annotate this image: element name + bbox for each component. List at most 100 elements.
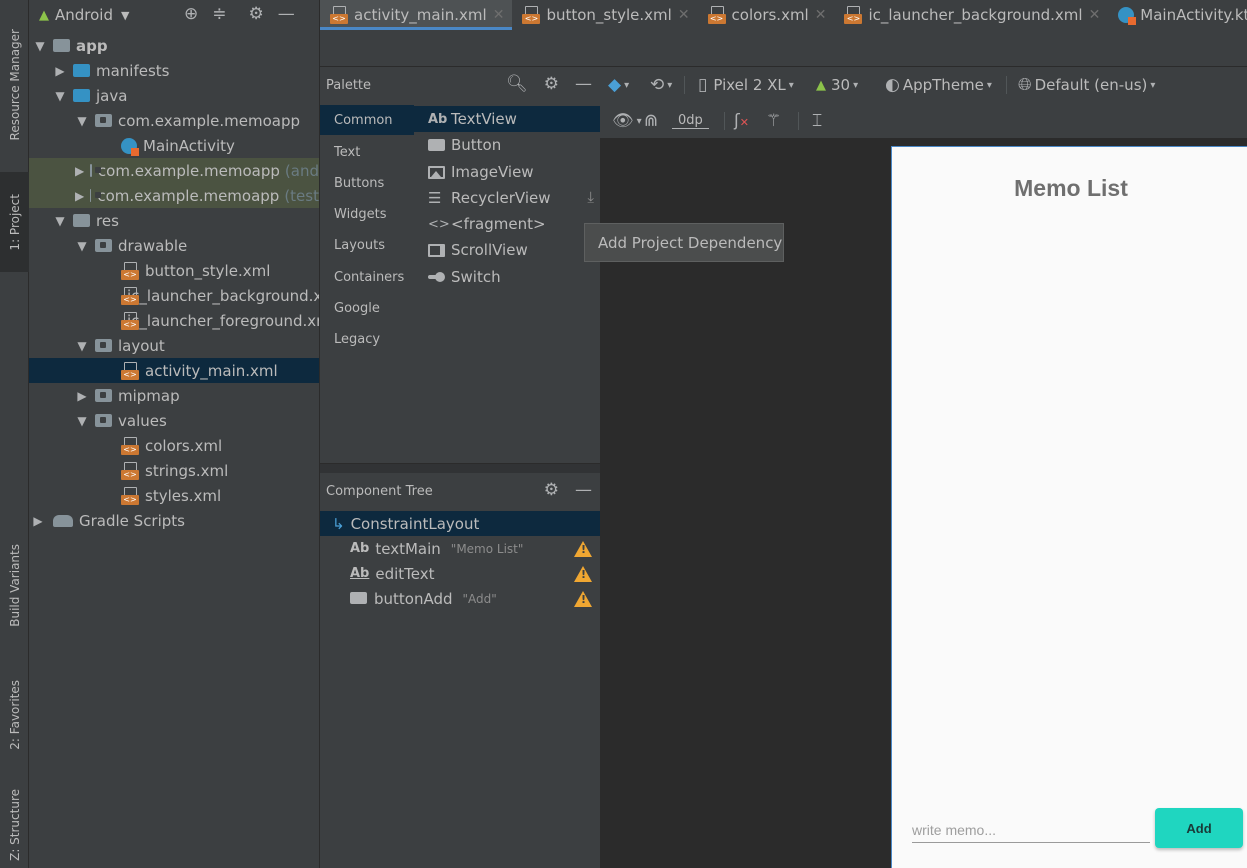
- tree-item-values[interactable]: ▼ values: [29, 408, 319, 433]
- tab-favorites[interactable]: 2: Favorites: [0, 665, 29, 765]
- autoconnect-button[interactable]: ⋒: [644, 103, 658, 139]
- palette-category-legacy[interactable]: Legacy: [320, 324, 414, 354]
- expand-arrow-icon[interactable]: ▼: [75, 239, 89, 253]
- component-edittext[interactable]: Ab editText: [320, 561, 600, 586]
- panel-splitter[interactable]: [320, 463, 600, 473]
- tab-build-variants[interactable]: Build Variants: [0, 525, 29, 645]
- search-icon[interactable]: 🔍︎: [506, 74, 528, 94]
- hide-icon[interactable]: —: [575, 74, 592, 94]
- component-textmain[interactable]: Ab textMain "Memo List": [320, 536, 600, 561]
- tree-item-package-test[interactable]: ▶ com.example.memoapp (test: [29, 183, 319, 208]
- expand-arrow-icon[interactable]: ▼: [75, 114, 89, 128]
- warning-icon[interactable]: [574, 540, 592, 557]
- xml-file-icon: [121, 486, 139, 505]
- default-margin-field[interactable]: 0dp: [672, 103, 709, 139]
- warning-icon[interactable]: [574, 590, 592, 607]
- guidelines-button[interactable]: ⌶: [812, 103, 822, 139]
- expand-arrow-icon[interactable]: ▼: [53, 214, 67, 228]
- locate-icon[interactable]: ⊕: [184, 4, 198, 24]
- close-icon[interactable]: ✕: [1089, 7, 1101, 23]
- gear-icon[interactable]: ⚙: [249, 4, 264, 24]
- close-icon[interactable]: ✕: [678, 7, 690, 23]
- palette-category-containers[interactable]: Containers: [320, 262, 414, 292]
- device-preview[interactable]: Memo List Add: [891, 146, 1247, 868]
- clear-constraints-button[interactable]: ʃ✕: [734, 103, 749, 139]
- view-options-button[interactable]: 👁︎ ▾: [612, 103, 642, 139]
- infer-constraints-button[interactable]: ⚚: [766, 103, 781, 139]
- expand-arrow-icon[interactable]: ▼: [53, 89, 67, 103]
- palette-item-textview[interactable]: Ab TextView: [414, 106, 600, 132]
- palette-category-layouts[interactable]: Layouts: [320, 230, 414, 260]
- palette-item-button[interactable]: Button: [414, 132, 600, 158]
- tree-item-file[interactable]: ic_launcher_background.x: [29, 283, 319, 308]
- tab-activity-main[interactable]: activity_main.xml ✕: [320, 0, 513, 30]
- tree-item-file[interactable]: ic_launcher_foreground.xr: [29, 308, 319, 333]
- component-buttonadd[interactable]: buttonAdd "Add": [320, 586, 600, 611]
- tree-item-package-androidtest[interactable]: ▶ com.example.memoapp (and: [29, 158, 319, 183]
- xml-file-icon: [121, 261, 139, 280]
- close-icon[interactable]: ✕: [493, 7, 505, 23]
- tab-button-style[interactable]: button_style.xml ✕: [512, 0, 697, 30]
- tree-item-gradle-scripts[interactable]: ▶ Gradle Scripts: [29, 508, 319, 533]
- memo-input[interactable]: [912, 817, 1150, 843]
- switch-icon: [428, 272, 446, 282]
- theme-selector[interactable]: ◐ AppTheme ▾: [885, 67, 992, 103]
- palette-category-common[interactable]: Common: [320, 105, 414, 135]
- palette-category-google[interactable]: Google: [320, 293, 414, 323]
- collapse-arrow-icon[interactable]: ▶: [31, 514, 45, 528]
- tab-resource-manager[interactable]: Resource Manager: [0, 10, 29, 160]
- expand-arrow-icon[interactable]: ▼: [33, 39, 47, 53]
- expand-arrow-icon[interactable]: ▼: [75, 339, 89, 353]
- close-icon[interactable]: ✕: [815, 7, 827, 23]
- design-surface-button[interactable]: ◆ ▾: [608, 67, 629, 103]
- collapse-all-icon[interactable]: ≑: [212, 4, 226, 24]
- tree-item-manifests[interactable]: ▶ manifests: [29, 58, 319, 83]
- palette-item-scrollview[interactable]: ScrollView: [414, 237, 600, 263]
- locale-selector[interactable]: 🌐︎ Default (en-us) ▾: [1018, 67, 1155, 103]
- warning-icon[interactable]: [574, 565, 592, 582]
- palette-item-switch[interactable]: Switch: [414, 264, 600, 290]
- locale-label: Default (en-us): [1034, 76, 1148, 94]
- collapse-arrow-icon[interactable]: ▶: [53, 64, 67, 78]
- collapse-arrow-icon[interactable]: ▶: [75, 389, 89, 403]
- tab-ic-launcher-background[interactable]: ic_launcher_background.xml ✕: [834, 0, 1108, 30]
- tree-item-package[interactable]: ▼ com.example.memoapp: [29, 108, 319, 133]
- clear-constraints-icon: ʃ✕: [734, 111, 749, 131]
- download-icon[interactable]: ⤓: [587, 188, 594, 206]
- hide-icon[interactable]: —: [278, 4, 295, 24]
- device-selector[interactable]: ▯ Pixel 2 XL ▾: [698, 67, 794, 103]
- palette-category-buttons[interactable]: Buttons: [320, 168, 414, 198]
- tree-item-drawable[interactable]: ▼ drawable: [29, 233, 319, 258]
- gear-icon[interactable]: ⚙: [544, 480, 559, 500]
- palette-item-fragment[interactable]: <> <fragment>: [414, 211, 600, 237]
- tree-item-file[interactable]: strings.xml: [29, 458, 319, 483]
- expand-arrow-icon[interactable]: ▼: [75, 414, 89, 428]
- palette-item-imageview[interactable]: ImageView: [414, 159, 600, 185]
- tree-item-layout[interactable]: ▼ layout: [29, 333, 319, 358]
- tree-item-mainactivity[interactable]: MainActivity: [29, 133, 319, 158]
- palette-category-widgets[interactable]: Widgets: [320, 199, 414, 229]
- orientation-button[interactable]: ⟲ ▾: [650, 67, 672, 103]
- collapse-arrow-icon[interactable]: ▶: [75, 189, 84, 203]
- collapse-arrow-icon[interactable]: ▶: [75, 164, 84, 178]
- tree-item-file-selected[interactable]: activity_main.xml: [29, 358, 319, 383]
- tree-item-app[interactable]: ▼ app: [29, 33, 319, 58]
- tree-item-file[interactable]: colors.xml: [29, 433, 319, 458]
- palette-item-recyclerview[interactable]: ☰ RecyclerView ⤓: [414, 185, 600, 211]
- tree-item-file[interactable]: button_style.xml: [29, 258, 319, 283]
- tree-item-mipmap[interactable]: ▶ mipmap: [29, 383, 319, 408]
- tree-item-java[interactable]: ▼ java: [29, 83, 319, 108]
- add-button[interactable]: Add: [1155, 808, 1243, 848]
- tab-mainactivity-kt[interactable]: MainActivity.kt ✕: [1108, 0, 1247, 30]
- tab-structure[interactable]: Z: Structure: [0, 785, 29, 865]
- tree-item-file[interactable]: styles.xml: [29, 483, 319, 508]
- api-level-selector[interactable]: ▲ 30 ▾: [816, 67, 858, 103]
- palette-category-text[interactable]: Text: [320, 137, 414, 167]
- tree-item-res[interactable]: ▼ res: [29, 208, 319, 233]
- component-constraintlayout[interactable]: ↳ ConstraintLayout: [320, 511, 600, 536]
- gear-icon[interactable]: ⚙: [544, 74, 559, 94]
- tab-project[interactable]: 1: Project: [0, 172, 29, 272]
- preview-title[interactable]: Memo List: [892, 175, 1247, 202]
- tab-colors[interactable]: colors.xml ✕: [698, 0, 835, 30]
- hide-icon[interactable]: —: [575, 480, 592, 500]
